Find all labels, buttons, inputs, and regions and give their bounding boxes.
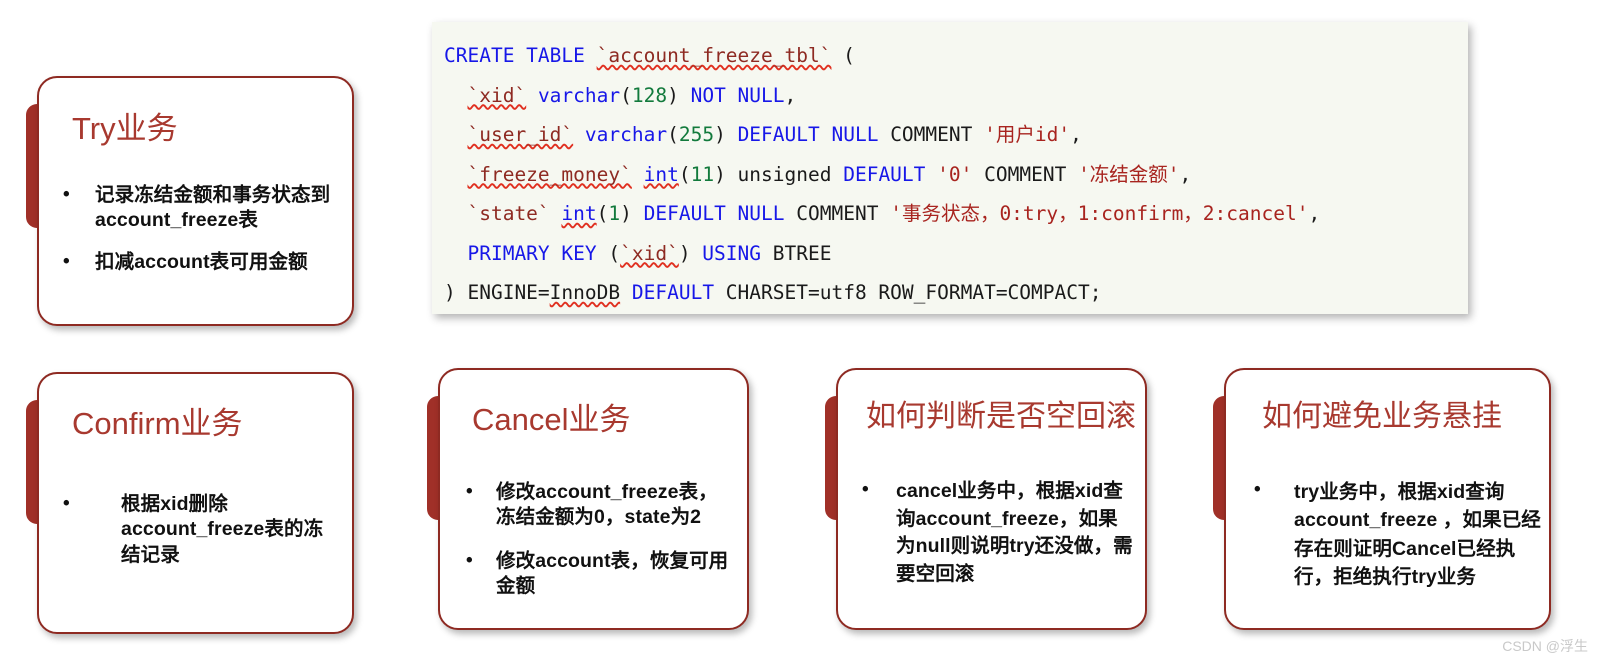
list-item: • 根据xid删除account_freeze表的冻结记录 bbox=[63, 492, 338, 568]
line-freeze-money: `freeze_money` int(11) unsigned DEFAULT … bbox=[467, 162, 1192, 186]
card-body: Try业务 • 记录冻结金额和事务状态到account_freeze表 • 扣减… bbox=[37, 76, 354, 326]
card-title: 如何避免业务悬挂 bbox=[1262, 400, 1502, 433]
list-item-label: cancel业务中，根据xid查询account_freeze，如果为null则… bbox=[896, 480, 1133, 586]
card-bullet-list: • try业务中，根据xid查询account_freeze ，如果已经存在则证… bbox=[1254, 478, 1543, 591]
line-primary-key: PRIMARY KEY (`xid`) USING BTREE bbox=[467, 241, 832, 265]
bullet-dot-icon: • bbox=[466, 481, 473, 502]
bullet-dot-icon: • bbox=[63, 250, 70, 272]
card-bullet-list: • cancel业务中，根据xid查询account_freeze，如果为nul… bbox=[862, 478, 1135, 589]
card-cancel: Cancel业务 • 修改account_freeze表，冻结金额为0，stat… bbox=[427, 368, 749, 630]
sql-code-lines: CREATE TABLE `account_freeze_tbl` ( `xid… bbox=[444, 36, 1468, 313]
line-state: `state` int(1) DEFAULT NULL COMMENT '事务状… bbox=[467, 202, 1321, 225]
card-title: Confirm业务 bbox=[72, 406, 243, 441]
bullet-dot-icon: • bbox=[63, 184, 70, 205]
sql-code-block: CREATE TABLE `account_freeze_tbl` ( `xid… bbox=[432, 22, 1468, 314]
card-try: Try业务 • 记录冻结金额和事务状态到account_freeze表 • 扣减… bbox=[26, 76, 354, 326]
card-confirm: Confirm业务 • 根据xid删除account_freeze表的冻结记录 bbox=[26, 372, 354, 634]
list-item: • 扣减account表可用金额 bbox=[63, 250, 338, 275]
card-title: Try业务 bbox=[72, 111, 178, 146]
line-xid: `xid` varchar(128) NOT NULL, bbox=[467, 83, 797, 107]
bullet-dot-icon: • bbox=[1254, 479, 1261, 500]
list-item-label: 根据xid删除account_freeze表的冻结记录 bbox=[121, 493, 324, 566]
card-empty-rollback: 如何判断是否空回滚 • cancel业务中，根据xid查询account_fre… bbox=[825, 368, 1147, 630]
card-title: Cancel业务 bbox=[472, 402, 631, 437]
list-item: • 修改account表，恢复可用金额 bbox=[466, 549, 735, 600]
list-item-label: 修改account表，恢复可用金额 bbox=[496, 549, 729, 598]
card-body: Cancel业务 • 修改account_freeze表，冻结金额为0，stat… bbox=[438, 368, 749, 630]
line-user-id: `user_id` varchar(255) DEFAULT NULL COMM… bbox=[467, 123, 1082, 146]
card-bullet-list: • 记录冻结金额和事务状态到account_freeze表 • 扣减accoun… bbox=[63, 183, 338, 291]
card-body: 如何避免业务悬挂 • try业务中，根据xid查询account_freeze … bbox=[1224, 368, 1551, 630]
bullet-dot-icon: • bbox=[862, 479, 869, 500]
line-create-table: CREATE TABLE `account_freeze_tbl` ( bbox=[444, 44, 855, 67]
card-bullet-list: • 修改account_freeze表，冻结金额为0，state为2 • 修改a… bbox=[466, 480, 735, 617]
card-title: 如何判断是否空回滚 bbox=[866, 400, 1136, 433]
slide-canvas: CREATE TABLE `account_freeze_tbl` ( `xid… bbox=[0, 0, 1600, 664]
list-item: • 记录冻结金额和事务状态到account_freeze表 bbox=[63, 183, 338, 234]
bullet-dot-icon: • bbox=[63, 493, 70, 514]
list-item-label: 修改account_freeze表，冻结金额为0，state为2 bbox=[496, 481, 718, 529]
line-engine: ) ENGINE=InnoDB DEFAULT CHARSET=utf8 ROW… bbox=[444, 281, 1102, 304]
list-item: • 修改account_freeze表，冻结金额为0，state为2 bbox=[466, 480, 735, 531]
card-body: Confirm业务 • 根据xid删除account_freeze表的冻结记录 bbox=[37, 372, 354, 634]
list-item: • cancel业务中，根据xid查询account_freeze，如果为nul… bbox=[862, 478, 1135, 589]
card-hanging: 如何避免业务悬挂 • try业务中，根据xid查询account_freeze … bbox=[1213, 368, 1551, 630]
card-bullet-list: • 根据xid删除account_freeze表的冻结记录 bbox=[63, 492, 338, 568]
list-item-label: 记录冻结金额和事务状态到account_freeze表 bbox=[95, 184, 331, 232]
bullet-dot-icon: • bbox=[466, 549, 473, 571]
card-body: 如何判断是否空回滚 • cancel业务中，根据xid查询account_fre… bbox=[836, 368, 1147, 630]
list-item-label: 扣减account表可用金额 bbox=[95, 250, 308, 273]
watermark: CSDN @浮生 bbox=[1502, 638, 1588, 654]
list-item: • try业务中，根据xid查询account_freeze ，如果已经存在则证… bbox=[1254, 478, 1543, 591]
list-item-label: try业务中，根据xid查询account_freeze ，如果已经存在则证明C… bbox=[1294, 481, 1541, 588]
